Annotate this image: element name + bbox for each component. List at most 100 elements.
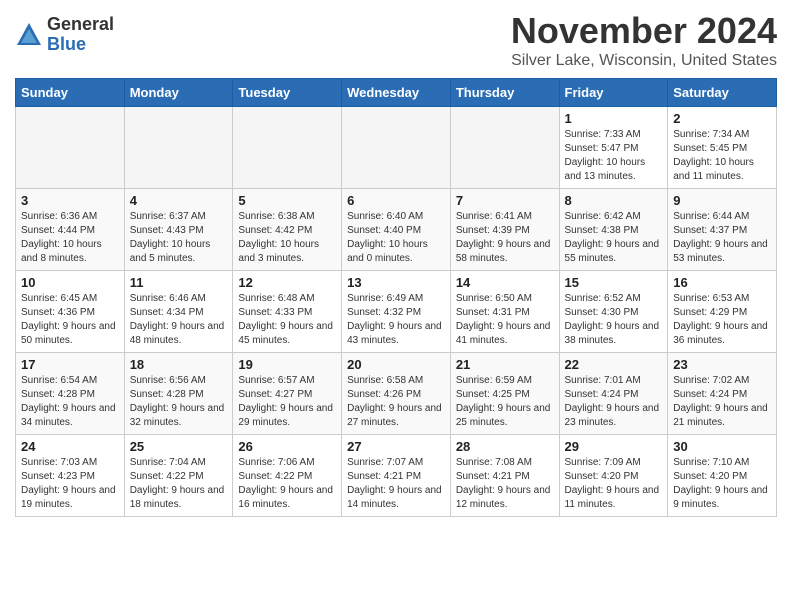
day-number: 1 [565, 111, 663, 126]
cell-info: Sunrise: 7:02 AM Sunset: 4:24 PM Dayligh… [673, 374, 771, 430]
cell-info: Sunrise: 7:07 AM Sunset: 4:21 PM Dayligh… [347, 456, 445, 512]
cell-info: Sunrise: 7:33 AM Sunset: 5:47 PM Dayligh… [565, 128, 663, 184]
day-number: 10 [21, 275, 119, 290]
cell-info: Sunrise: 7:10 AM Sunset: 4:20 PM Dayligh… [673, 456, 771, 512]
calendar-cell-week4-day3: 20Sunrise: 6:58 AM Sunset: 4:26 PM Dayli… [342, 353, 451, 435]
calendar-cell-week5-day5: 29 Sunrise: 7:09 AM Sunset: 4:20 PM Dayli… [559, 435, 668, 517]
day-number: 2 [673, 111, 771, 126]
cell-info: Sunrise: 6:44 AM Sunset: 4:37 PM Dayligh… [673, 210, 771, 266]
logo-icon [15, 21, 43, 49]
day-number: 17 [21, 357, 119, 372]
calendar-cell-week2-day3: 6 Sunrise: 6:40 AM Sunset: 4:40 PM Daylig… [342, 189, 451, 271]
day-number: 26 [238, 439, 336, 454]
calendar-cell-week2-day1: 4 Sunrise: 6:37 AM Sunset: 4:43 PM Daylig… [124, 189, 233, 271]
day-number: 16 [673, 275, 771, 290]
day-number: 25 [130, 439, 228, 454]
cell-info: Sunrise: 7:34 AM Sunset: 5:45 PM Dayligh… [673, 128, 771, 184]
cell-info: Sunrise: 6:56 AM Sunset: 4:28 PM Dayligh… [130, 374, 228, 430]
calendar-cell-week1-day0 [16, 107, 125, 189]
calendar-cell-week5-day1: 25 Sunrise: 7:04 AM Sunset: 4:22 PM Dayli… [124, 435, 233, 517]
calendar: SundayMondayTuesdayWednesdayThursdayFrid… [15, 78, 777, 517]
calendar-cell-week2-day2: 5 Sunrise: 6:38 AM Sunset: 4:42 PM Daylig… [233, 189, 342, 271]
cell-info: Sunrise: 6:42 AM Sunset: 4:38 PM Dayligh… [565, 210, 663, 266]
calendar-cell-week5-day6: 30 Sunrise: 7:10 AM Sunset: 4:20 PM Dayli… [668, 435, 777, 517]
cell-info: Sunrise: 7:08 AM Sunset: 4:21 PM Dayligh… [456, 456, 554, 512]
logo-blue-text: Blue [47, 35, 114, 55]
calendar-cell-week1-day6: 2 Sunrise: 7:34 AM Sunset: 5:45 PM Daylig… [668, 107, 777, 189]
day-number: 8 [565, 193, 663, 208]
week-row-5: 24Sunrise: 7:03 AM Sunset: 4:23 PM Dayli… [16, 435, 777, 517]
cell-info: Sunrise: 6:37 AM Sunset: 4:43 PM Dayligh… [130, 210, 228, 266]
cell-info: Sunrise: 6:40 AM Sunset: 4:40 PM Dayligh… [347, 210, 445, 266]
week-row-4: 17 Sunrise: 6:54 AM Sunset: 4:28 PM Dayli… [16, 353, 777, 435]
header: General Blue November 2024 Silver Lake, … [15, 10, 777, 70]
day-number: 12 [238, 275, 336, 290]
calendar-cell-week3-day1: 11Sunrise: 6:46 AM Sunset: 4:34 PM Dayli… [124, 271, 233, 353]
calendar-cell-week2-day0: 3 Sunrise: 6:36 AM Sunset: 4:44 PM Daylig… [16, 189, 125, 271]
day-number: 14 [456, 275, 554, 290]
day-number: 13 [347, 275, 445, 290]
cell-info: Sunrise: 6:36 AM Sunset: 4:44 PM Dayligh… [21, 210, 119, 266]
cell-info: Sunrise: 6:54 AM Sunset: 4:28 PM Dayligh… [21, 374, 119, 430]
day-number: 29 [565, 439, 663, 454]
calendar-cell-week4-day4: 21 Sunrise: 6:59 AM Sunset: 4:25 PM Dayli… [450, 353, 559, 435]
cell-info: Sunrise: 6:50 AM Sunset: 4:31 PM Dayligh… [456, 292, 554, 348]
week-row-3: 10Sunrise: 6:45 AM Sunset: 4:36 PM Dayli… [16, 271, 777, 353]
week-row-1: 1 Sunrise: 7:33 AM Sunset: 5:47 PM Daylig… [16, 107, 777, 189]
cell-info: Sunrise: 7:09 AM Sunset: 4:20 PM Dayligh… [565, 456, 663, 512]
calendar-cell-week1-day4 [450, 107, 559, 189]
cell-info: Sunrise: 7:06 AM Sunset: 4:22 PM Dayligh… [238, 456, 336, 512]
calendar-cell-week5-day3: 27 Sunrise: 7:07 AM Sunset: 4:21 PM Dayli… [342, 435, 451, 517]
day-number: 18 [130, 357, 228, 372]
weekday-header-thursday: Thursday [450, 79, 559, 107]
weekday-header-saturday: Saturday [668, 79, 777, 107]
cell-info: Sunrise: 6:52 AM Sunset: 4:30 PM Dayligh… [565, 292, 663, 348]
cell-info: Sunrise: 7:01 AM Sunset: 4:24 PM Dayligh… [565, 374, 663, 430]
weekday-header-row: SundayMondayTuesdayWednesdayThursdayFrid… [16, 79, 777, 107]
calendar-cell-week3-day4: 14 Sunrise: 6:50 AM Sunset: 4:31 PM Dayli… [450, 271, 559, 353]
calendar-cell-week2-day6: 9Sunrise: 6:44 AM Sunset: 4:37 PM Daylig… [668, 189, 777, 271]
cell-info: Sunrise: 6:38 AM Sunset: 4:42 PM Dayligh… [238, 210, 336, 266]
cell-info: Sunrise: 7:04 AM Sunset: 4:22 PM Dayligh… [130, 456, 228, 512]
day-number: 21 [456, 357, 554, 372]
weekday-header-friday: Friday [559, 79, 668, 107]
calendar-cell-week3-day2: 12 Sunrise: 6:48 AM Sunset: 4:33 PM Dayli… [233, 271, 342, 353]
day-number: 22 [565, 357, 663, 372]
calendar-cell-week5-day2: 26 Sunrise: 7:06 AM Sunset: 4:22 PM Dayli… [233, 435, 342, 517]
calendar-cell-week1-day2 [233, 107, 342, 189]
logo: General Blue [15, 15, 114, 55]
calendar-cell-week4-day6: 23 Sunrise: 7:02 AM Sunset: 4:24 PM Dayli… [668, 353, 777, 435]
calendar-cell-week5-day0: 24Sunrise: 7:03 AM Sunset: 4:23 PM Dayli… [16, 435, 125, 517]
cell-info: Sunrise: 6:48 AM Sunset: 4:33 PM Dayligh… [238, 292, 336, 348]
day-number: 3 [21, 193, 119, 208]
day-number: 4 [130, 193, 228, 208]
cell-info: Sunrise: 6:53 AM Sunset: 4:29 PM Dayligh… [673, 292, 771, 348]
day-number: 28 [456, 439, 554, 454]
calendar-cell-week3-day6: 16 Sunrise: 6:53 AM Sunset: 4:29 PM Dayli… [668, 271, 777, 353]
weekday-header-monday: Monday [124, 79, 233, 107]
day-number: 19 [238, 357, 336, 372]
cell-info: Sunrise: 6:41 AM Sunset: 4:39 PM Dayligh… [456, 210, 554, 266]
cell-info: Sunrise: 6:57 AM Sunset: 4:27 PM Dayligh… [238, 374, 336, 430]
day-number: 5 [238, 193, 336, 208]
day-number: 7 [456, 193, 554, 208]
calendar-cell-week1-day3 [342, 107, 451, 189]
day-number: 20 [347, 357, 445, 372]
calendar-cell-week1-day1 [124, 107, 233, 189]
cell-info: Sunrise: 7:03 AM Sunset: 4:23 PM Dayligh… [21, 456, 119, 512]
cell-info: Sunrise: 6:59 AM Sunset: 4:25 PM Dayligh… [456, 374, 554, 430]
day-number: 30 [673, 439, 771, 454]
week-row-2: 3 Sunrise: 6:36 AM Sunset: 4:44 PM Daylig… [16, 189, 777, 271]
calendar-cell-week3-day3: 13 Sunrise: 6:49 AM Sunset: 4:32 PM Dayli… [342, 271, 451, 353]
weekday-header-sunday: Sunday [16, 79, 125, 107]
day-number: 11 [130, 275, 228, 290]
day-number: 27 [347, 439, 445, 454]
calendar-cell-week4-day0: 17 Sunrise: 6:54 AM Sunset: 4:28 PM Dayli… [16, 353, 125, 435]
calendar-cell-week4-day1: 18 Sunrise: 6:56 AM Sunset: 4:28 PM Dayli… [124, 353, 233, 435]
calendar-cell-week3-day0: 10Sunrise: 6:45 AM Sunset: 4:36 PM Dayli… [16, 271, 125, 353]
cell-info: Sunrise: 6:49 AM Sunset: 4:32 PM Dayligh… [347, 292, 445, 348]
day-number: 23 [673, 357, 771, 372]
calendar-cell-week3-day5: 15Sunrise: 6:52 AM Sunset: 4:30 PM Dayli… [559, 271, 668, 353]
calendar-cell-week2-day4: 7 Sunrise: 6:41 AM Sunset: 4:39 PM Daylig… [450, 189, 559, 271]
day-number: 6 [347, 193, 445, 208]
